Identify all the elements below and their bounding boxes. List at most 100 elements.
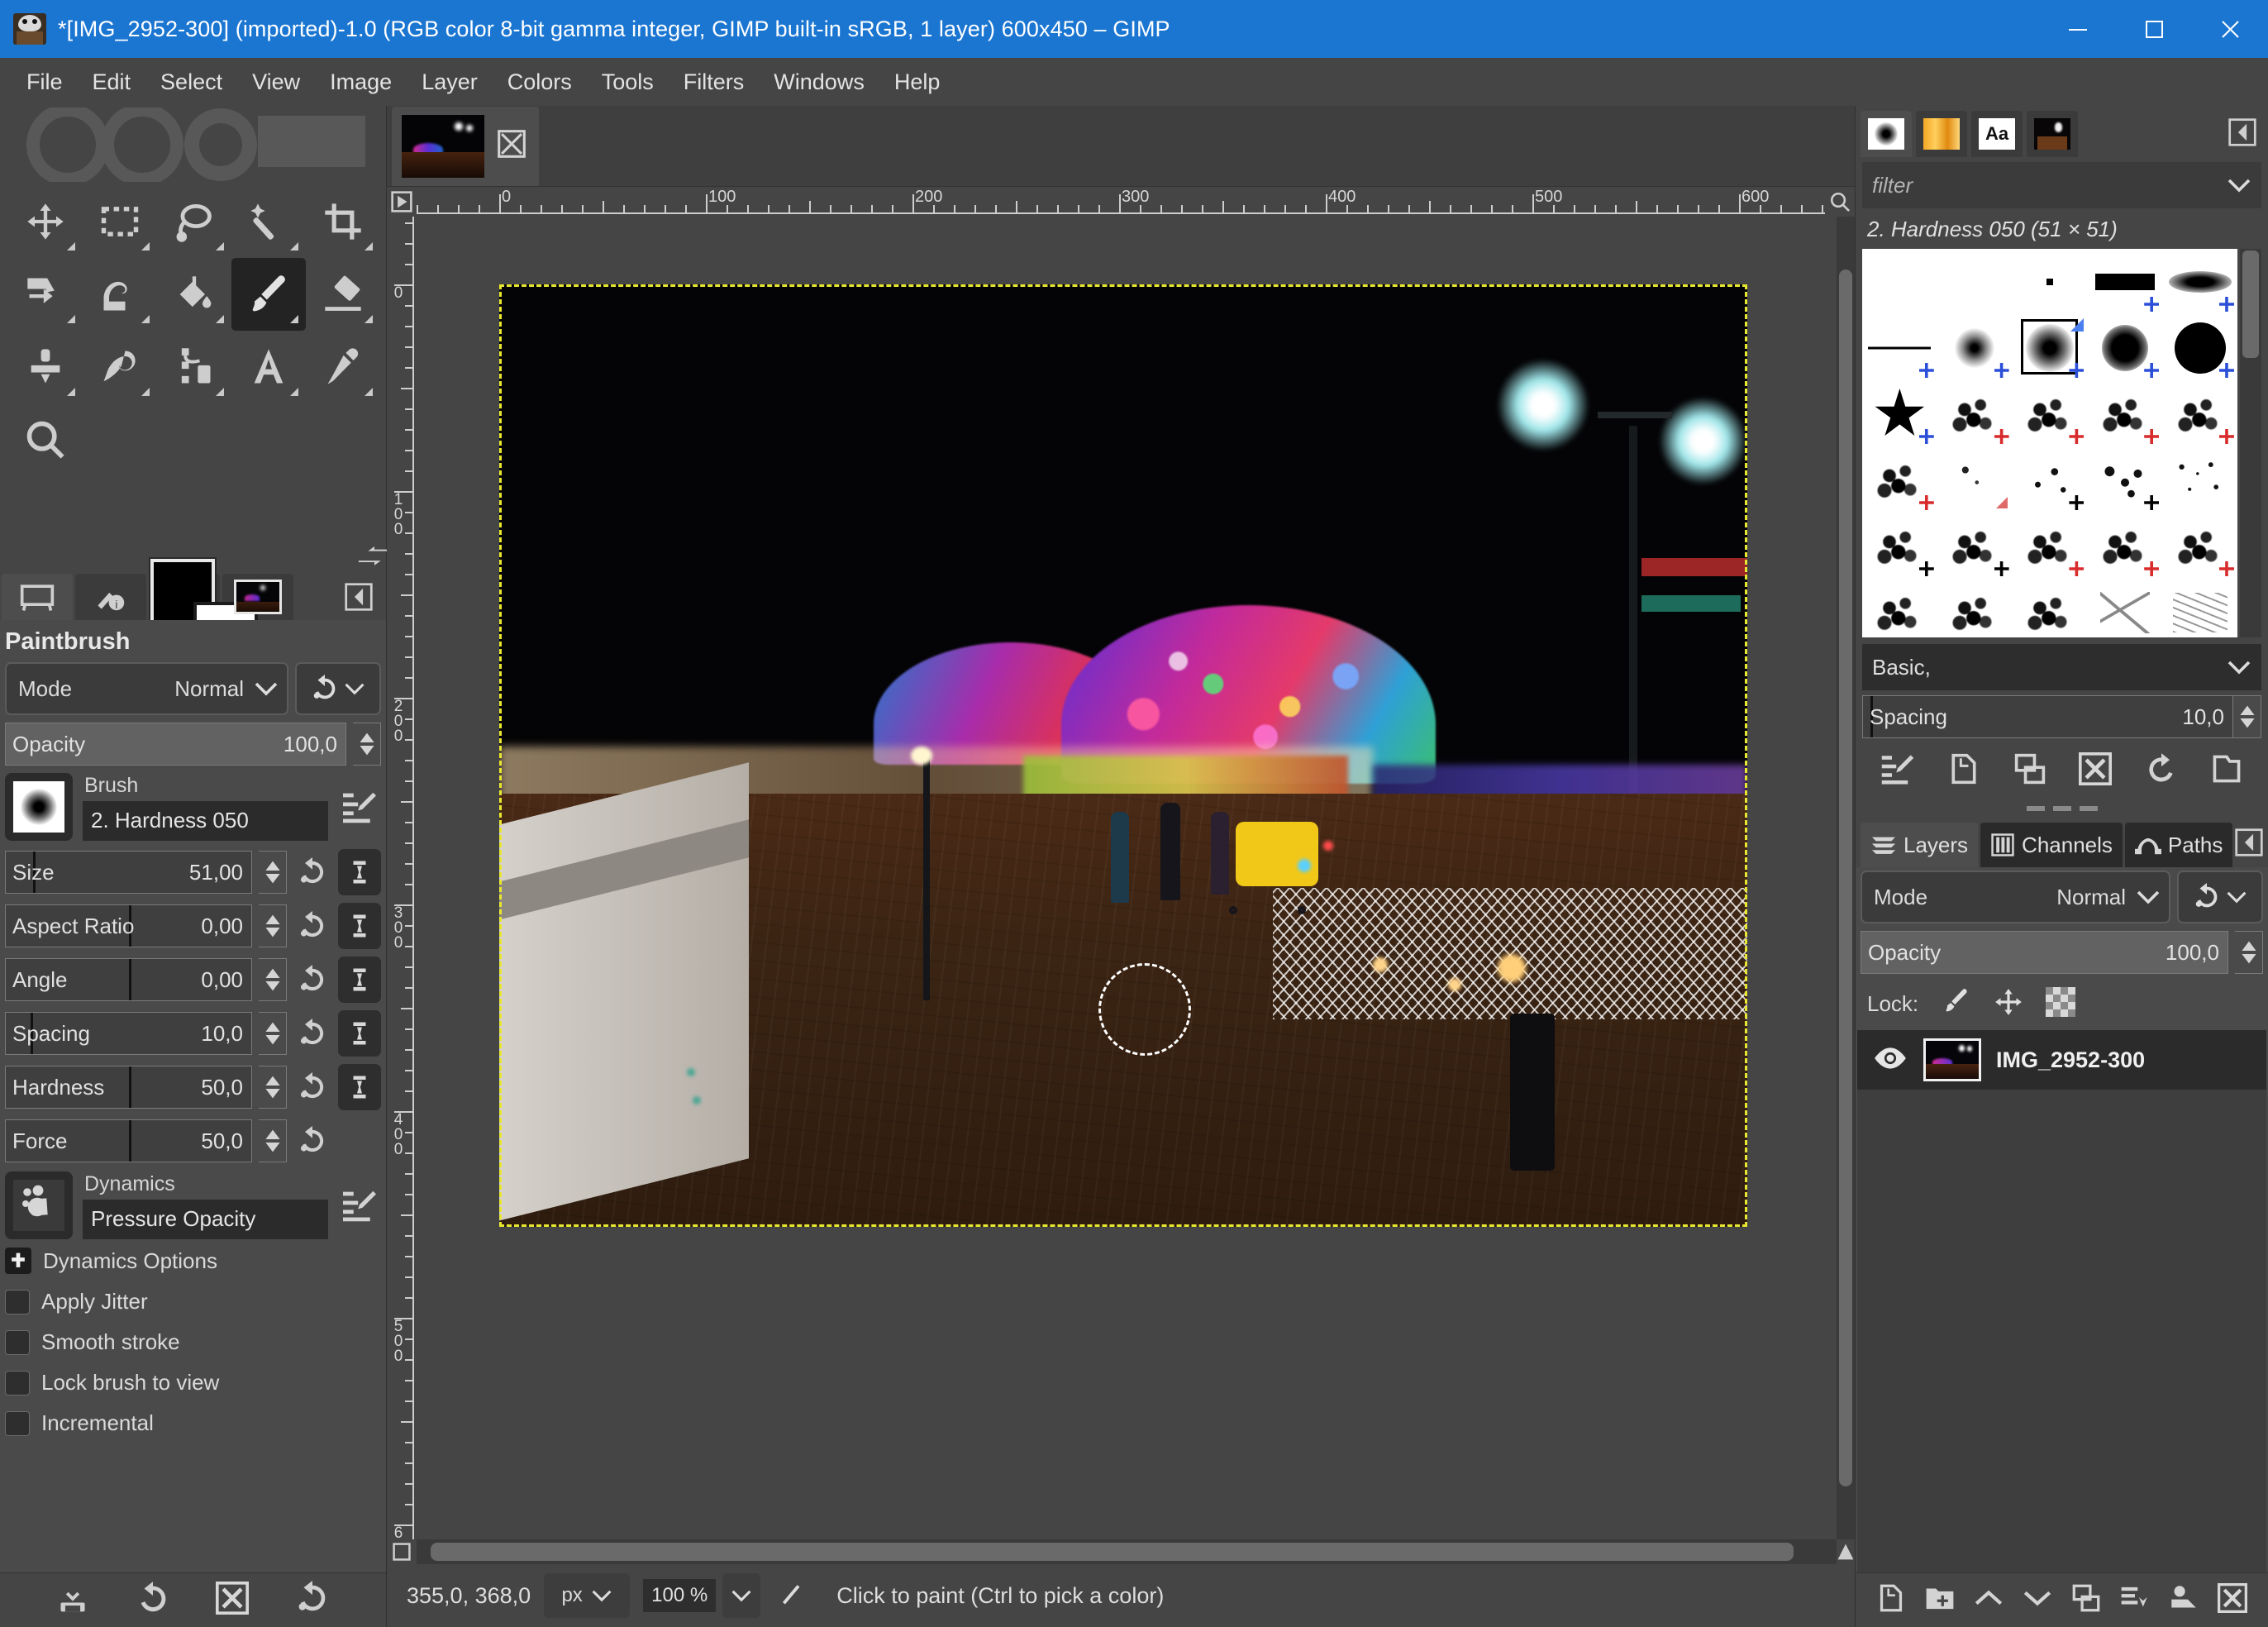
brushes-dock-menu-icon[interactable] xyxy=(2228,118,2256,150)
brush-grid-item[interactable] xyxy=(2087,315,2162,381)
hardness-link-dynamics-button[interactable] xyxy=(338,1064,381,1110)
tab-channels[interactable]: Channels xyxy=(1980,823,2123,867)
fuzzy-select-tool[interactable] xyxy=(231,185,306,258)
new-layer-group-icon[interactable] xyxy=(1925,1583,1955,1617)
tab-layers[interactable]: Layers xyxy=(1861,823,1979,867)
brush-grid-item[interactable] xyxy=(1862,315,1937,381)
tab-brushes[interactable] xyxy=(1861,111,1912,157)
aspect-ratio-slider[interactable]: Aspect Ratio 0,00 xyxy=(5,904,252,947)
smooth-stroke-checkbox[interactable] xyxy=(5,1329,30,1355)
open-brush-as-image-icon[interactable] xyxy=(2210,752,2243,790)
text-tool[interactable] xyxy=(231,331,306,403)
rectangle-select-tool[interactable] xyxy=(83,185,157,258)
tab-tool-options[interactable] xyxy=(2,574,73,620)
dock-menu-icon[interactable] xyxy=(345,583,373,615)
raise-layer-icon[interactable] xyxy=(1974,1586,2004,1615)
brush-grid-item[interactable] xyxy=(1862,447,1937,513)
lock-brush-to-view-row[interactable]: Lock brush to view xyxy=(0,1370,386,1396)
edit-brush-button[interactable] xyxy=(338,790,381,823)
brush-grid-item[interactable] xyxy=(2087,580,2162,637)
tab-device-status[interactable]: i xyxy=(75,574,146,620)
menu-filters[interactable]: Filters xyxy=(669,64,760,100)
brush-grid-item[interactable] xyxy=(2162,381,2237,447)
edit-brush-icon[interactable] xyxy=(1880,752,1915,790)
quickmask-toggle[interactable] xyxy=(387,1539,417,1564)
eraser-tool[interactable] xyxy=(306,258,380,331)
menu-view[interactable]: View xyxy=(237,64,315,100)
expander-plus-icon[interactable] xyxy=(5,1248,31,1274)
zoom-tool[interactable] xyxy=(8,403,83,476)
angle-slider[interactable]: Angle 0,00 xyxy=(5,958,252,1001)
canvas-vertical-scrollbar[interactable] xyxy=(1837,217,1855,1539)
lock-pixels-icon[interactable] xyxy=(1940,986,1971,1022)
aspect-ratio-spinner[interactable] xyxy=(259,904,287,947)
size-reset-button[interactable] xyxy=(293,851,331,894)
dock-resize-handle[interactable] xyxy=(1856,801,2268,816)
brush-grid-item[interactable] xyxy=(1862,580,1937,637)
brush-grid-item[interactable] xyxy=(1862,381,1937,447)
smooth-stroke-row[interactable]: Smooth stroke xyxy=(0,1329,386,1355)
brush-grid-item[interactable] xyxy=(2162,513,2237,580)
tab-fonts[interactable]: Aa xyxy=(1971,111,2023,157)
image-tab[interactable] xyxy=(392,106,539,186)
spacing-link-dynamics-button[interactable] xyxy=(338,1010,381,1057)
brush-grid-scrollbar[interactable] xyxy=(2240,249,2261,637)
apply-jitter-row[interactable]: Apply Jitter xyxy=(0,1289,386,1314)
brush-grid-item[interactable] xyxy=(2013,513,2088,580)
brush-spacing-slider[interactable]: Spacing 10,0 xyxy=(1862,695,2233,738)
brush-grid-item[interactable] xyxy=(2087,381,2162,447)
crop-tool[interactable] xyxy=(306,185,380,258)
brush-name-value[interactable]: 2. Hardness 050 xyxy=(83,800,328,841)
canvas-horizontal-scrollbar[interactable] xyxy=(417,1539,1837,1564)
spacing-reset-button[interactable] xyxy=(293,1012,331,1055)
brush-grid-item[interactable] xyxy=(2013,447,2088,513)
angle-spinner[interactable] xyxy=(259,958,287,1001)
spacing-slider[interactable]: Spacing 10,0 xyxy=(5,1012,252,1055)
menu-select[interactable]: Select xyxy=(145,64,237,100)
layer-row[interactable]: IMG_2952-300 xyxy=(1857,1030,2266,1090)
brush-preview-button[interactable] xyxy=(5,773,73,841)
brush-grid-item[interactable] xyxy=(2013,580,2088,637)
brush-grid[interactable] xyxy=(1862,249,2237,637)
layer-mode-reset-button[interactable] xyxy=(2177,871,2263,923)
move-tool[interactable] xyxy=(8,185,83,258)
brush-grid-item[interactable] xyxy=(2162,580,2237,637)
hardness-reset-button[interactable] xyxy=(293,1066,331,1109)
aspect-ratio-link-dynamics-button[interactable] xyxy=(338,903,381,949)
force-slider[interactable]: Force 50,0 xyxy=(5,1119,252,1162)
menu-layer[interactable]: Layer xyxy=(407,64,493,100)
new-layer-icon[interactable] xyxy=(1876,1583,1906,1617)
brush-grid-item[interactable] xyxy=(2013,249,2088,315)
brush-grid-item[interactable] xyxy=(1937,580,2013,637)
warp-transform-tool[interactable] xyxy=(83,258,157,331)
minimize-button[interactable] xyxy=(2040,0,2116,58)
aspect-ratio-reset-button[interactable] xyxy=(293,904,331,947)
delete-brush-icon[interactable] xyxy=(2079,751,2113,790)
brush-spacing-spinner[interactable] xyxy=(2233,695,2261,738)
smudge-tool[interactable] xyxy=(83,331,157,403)
anchor-layer-icon[interactable] xyxy=(2169,1583,2199,1617)
opacity-slider[interactable]: Opacity 100,0 xyxy=(5,723,346,766)
restore-tool-preset-icon[interactable] xyxy=(136,1581,170,1620)
lock-brush-to-view-checkbox[interactable] xyxy=(5,1370,30,1396)
image-tab-close-icon[interactable] xyxy=(498,130,526,162)
close-button[interactable] xyxy=(2192,0,2268,58)
dynamics-preview-button[interactable] xyxy=(5,1171,73,1239)
menu-image[interactable]: Image xyxy=(315,64,407,100)
layer-opacity-spinner[interactable] xyxy=(2235,931,2263,974)
paths-tool[interactable] xyxy=(157,331,231,403)
refresh-brushes-icon[interactable] xyxy=(2145,752,2178,790)
zoom-image-button[interactable] xyxy=(1825,187,1855,217)
merge-down-icon[interactable] xyxy=(2120,1583,2150,1617)
layer-visibility-toggle[interactable] xyxy=(1872,1045,1908,1076)
mode-preset-button[interactable] xyxy=(295,662,381,715)
zoom-select[interactable]: 100 % xyxy=(643,1573,761,1618)
layer-list[interactable]: IMG_2952-300 xyxy=(1857,1030,2266,1572)
brush-grid-item[interactable] xyxy=(2162,249,2237,315)
incremental-row[interactable]: Incremental xyxy=(0,1410,386,1436)
maximize-button[interactable] xyxy=(2116,0,2192,58)
canvas-image[interactable] xyxy=(499,284,1747,1227)
layer-opacity-slider[interactable]: Opacity 100,0 xyxy=(1861,931,2228,974)
navigation-preview-button[interactable] xyxy=(1837,1539,1855,1564)
tab-images[interactable] xyxy=(2027,111,2078,157)
